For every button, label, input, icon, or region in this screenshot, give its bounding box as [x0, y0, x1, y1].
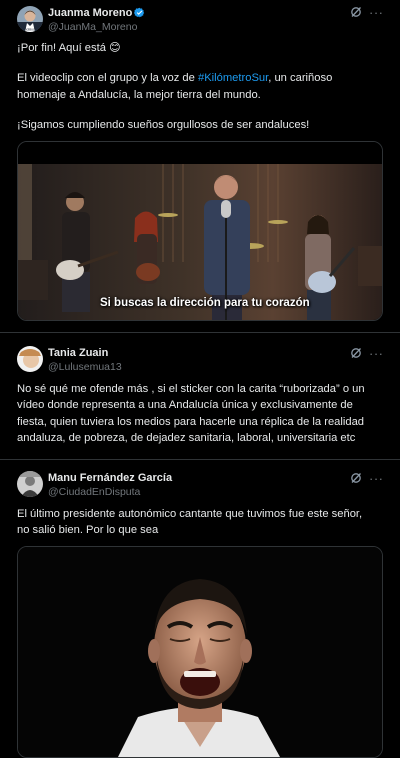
tweet-line: no salió bien. Por lo que sea [17, 524, 159, 537]
tweet-manu-fernandez[interactable]: Manu Fernández García @CiudadEnDisputa ·… [0, 460, 400, 758]
tweet-line: El videoclip con el grupo y la voz de #K… [17, 72, 333, 85]
tweet-text: No sé qué me ofende más , si el sticker … [17, 381, 385, 446]
grok-icon[interactable] [350, 6, 362, 18]
tweet-line: El último presidente autonómico cantante… [17, 508, 363, 520]
tweet-line: ¡Por fin! Aquí está 😊 [17, 42, 121, 54]
grok-icon[interactable] [350, 472, 362, 484]
video-caption: Si buscas la dirección para tu corazón [100, 297, 310, 309]
display-name[interactable]: Tania Zuain [48, 347, 108, 359]
tweet-line: No sé qué me ofende más , si el sticker … [17, 383, 365, 395]
handle[interactable]: @CiudadEnDisputa [48, 486, 140, 498]
tweet-line: andaluza, de pobreza, de dejadez sanitar… [17, 431, 356, 444]
hashtag-link[interactable]: #KilómetroSur [198, 72, 268, 84]
display-name[interactable]: Juanma Moreno [48, 7, 145, 21]
tweet-text: ¡Por fin! Aquí está 😊 El videoclip con e… [17, 40, 385, 133]
avatar[interactable] [17, 471, 43, 497]
svg-text:Andalucía: Andalucía [22, 28, 37, 32]
tweet-juanma-moreno[interactable]: Andalucía Juanma Moreno @JuanMa_Moreno ·… [0, 0, 400, 332]
verified-badge-icon [134, 7, 145, 21]
handle[interactable]: @Lulusemua13 [48, 361, 122, 373]
grok-icon[interactable] [350, 347, 362, 359]
tweet-line: vídeo donde representa a una Andalucía ú… [17, 399, 353, 412]
avatar[interactable] [17, 346, 43, 372]
more-icon[interactable]: ··· [369, 472, 384, 485]
video-player[interactable] [17, 546, 383, 758]
video-player[interactable]: Si buscas la dirección para tu corazón [17, 141, 383, 321]
tweet-line: fiesta, quien tuviera los medios para ha… [17, 415, 365, 428]
display-name[interactable]: Manu Fernández García [48, 472, 172, 484]
more-icon[interactable]: ··· [369, 6, 384, 19]
tweet-line: homenaje a Andalucía, la mejor tierra de… [17, 88, 261, 101]
tweet-tania-zuain[interactable]: Tania Zuain @Lulusemua13 ··· No sé qué m… [0, 333, 400, 459]
handle[interactable]: @JuanMa_Moreno [48, 21, 137, 33]
tweet-line: ¡Sigamos cumpliendo sueños orgullosos de… [17, 118, 310, 131]
video-frame [18, 547, 382, 757]
more-icon[interactable]: ··· [369, 347, 384, 360]
video-frame [18, 142, 382, 320]
avatar[interactable]: Andalucía [17, 6, 43, 32]
tweet-text: El último presidente autonómico cantante… [17, 506, 385, 539]
